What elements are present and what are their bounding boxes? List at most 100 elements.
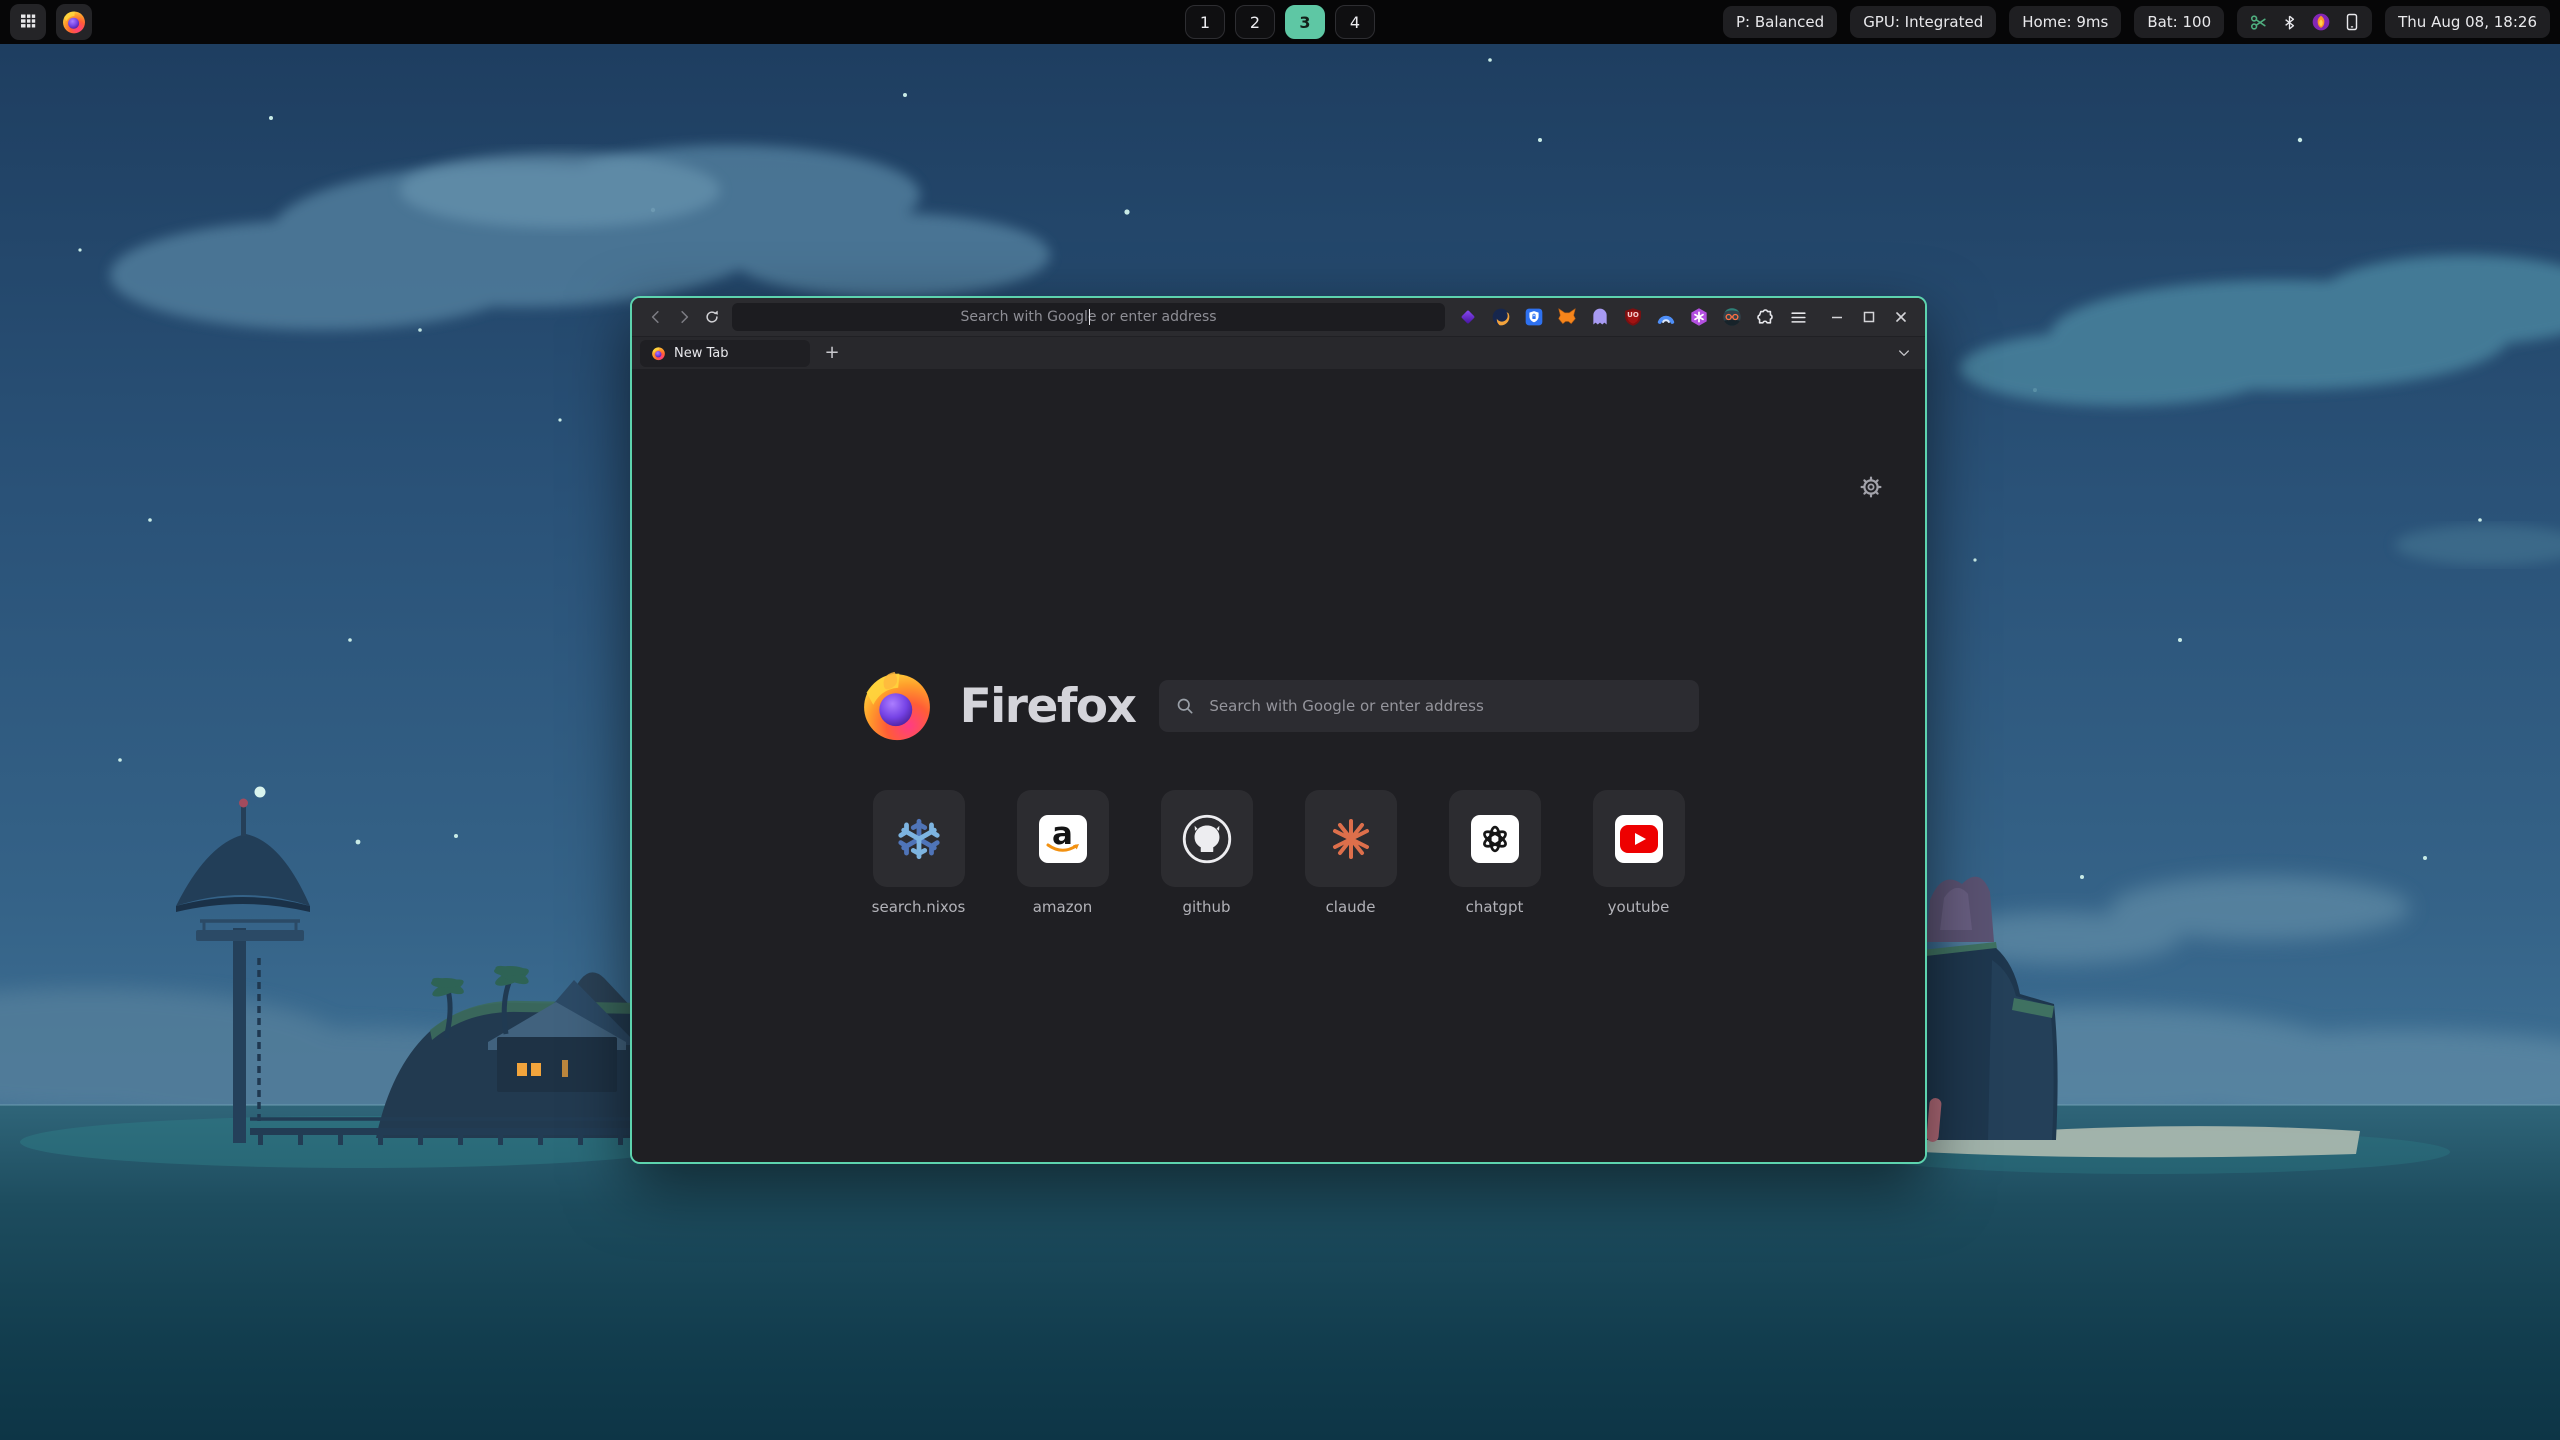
tile-card [1449, 790, 1541, 887]
text-caret [1089, 309, 1091, 325]
firefox-launcher-button[interactable] [56, 4, 92, 40]
ublock-origin-extension-icon[interactable]: UO [1620, 304, 1646, 330]
github-octocat-icon [1181, 813, 1233, 865]
launcher-group [10, 4, 92, 40]
shortcut-youtube[interactable]: youtube [1593, 790, 1685, 916]
openai-card [1471, 815, 1519, 863]
newtab-search-bar[interactable] [1159, 680, 1699, 732]
metamask-fox-extension-icon[interactable] [1554, 304, 1580, 330]
minimize-button[interactable] [1823, 304, 1851, 330]
app-grid-icon [18, 12, 38, 32]
shortcut-search-nixos[interactable]: search.nixos [873, 790, 965, 916]
system-tray [2237, 6, 2372, 38]
chevron-down-icon [1896, 345, 1912, 361]
url-bar[interactable] [732, 303, 1445, 331]
tab-strip: New Tab + [632, 336, 1925, 369]
tab-favicon-firefox [651, 346, 666, 361]
tile-card [1593, 790, 1685, 887]
shortcut-chatgpt[interactable]: chatgpt [1449, 790, 1541, 916]
forward-button[interactable] [670, 303, 698, 331]
firefox-logo [858, 667, 936, 745]
newtab-search-input[interactable] [1207, 696, 1683, 716]
youtube-card [1615, 815, 1663, 863]
bluetooth-icon[interactable] [2281, 14, 2298, 31]
ping-chip[interactable]: Home: 9ms [2009, 6, 2121, 38]
nixos-snowflake-icon [894, 814, 944, 864]
workspace-button-1[interactable]: 1 [1185, 5, 1225, 39]
tile-label: claude [1326, 898, 1376, 916]
tile-card: a [1017, 790, 1109, 887]
workspace-button-3-active[interactable]: 3 [1285, 5, 1325, 39]
tile-label: amazon [1033, 898, 1093, 916]
firefox-wordmark: Firefox [960, 679, 1136, 734]
gpu-label: GPU: Integrated [1863, 13, 1983, 31]
minimize-icon [1829, 309, 1845, 325]
shortcut-claude[interactable]: claude [1305, 790, 1397, 916]
top-status-bar: 1 2 3 4 P: Balanced GPU: Integrated Home… [0, 0, 2560, 44]
shortcut-amazon[interactable]: a amazon [1017, 790, 1109, 916]
gear-icon [1859, 475, 1883, 499]
reload-button[interactable] [698, 303, 726, 331]
clock-label: Thu Aug 08, 18:26 [2398, 13, 2537, 31]
status-chip-group: P: Balanced GPU: Integrated Home: 9ms Ba… [1723, 6, 2550, 38]
extensions-puzzle-icon[interactable] [1752, 304, 1778, 330]
desktop: 1 2 3 4 P: Balanced GPU: Integrated Home… [0, 0, 2560, 1440]
back-button[interactable] [642, 303, 670, 331]
tile-card [873, 790, 965, 887]
power-profile-chip[interactable]: P: Balanced [1723, 6, 1837, 38]
purple-hexagon-extension-icon[interactable] [1686, 304, 1712, 330]
battery-chip[interactable]: Bat: 100 [2134, 6, 2224, 38]
shortcut-tiles: search.nixos a amazon [632, 790, 1925, 916]
purple-diamond-extension-icon[interactable] [1455, 304, 1481, 330]
extension-toolbar: UO [1455, 304, 1811, 330]
hamburger-icon [1789, 308, 1808, 327]
firefox-icon [61, 9, 87, 35]
claude-asterisk-icon [1327, 815, 1375, 863]
tab-label: New Tab [674, 346, 729, 361]
new-tab-button[interactable]: + [819, 340, 845, 366]
battery-label: Bat: 100 [2147, 13, 2211, 31]
workspace-button-4[interactable]: 4 [1335, 5, 1375, 39]
ping-label: Home: 9ms [2022, 13, 2108, 31]
firefox-flame-icon[interactable] [2311, 12, 2331, 32]
workspace-switcher: 1 2 3 4 [1185, 5, 1375, 39]
browser-toolbar: UO [632, 298, 1925, 336]
power-profile-label: P: Balanced [1736, 13, 1824, 31]
orange-moon-extension-icon[interactable] [1488, 304, 1514, 330]
forward-icon [675, 308, 693, 326]
new-tab-page: Firefox [632, 369, 1925, 1162]
tile-label: chatgpt [1466, 898, 1524, 916]
workspace-button-2[interactable]: 2 [1235, 5, 1275, 39]
tile-card [1305, 790, 1397, 887]
phone-icon[interactable] [2344, 13, 2360, 31]
close-button[interactable] [1887, 304, 1915, 330]
personalize-settings-button[interactable] [1859, 475, 1883, 499]
scissors-icon[interactable] [2249, 13, 2268, 32]
search-icon [1175, 696, 1195, 716]
reload-icon [703, 308, 721, 326]
workspace-label: 4 [1350, 13, 1360, 32]
plus-glyph: + [824, 344, 839, 362]
shortcut-github[interactable]: github [1161, 790, 1253, 916]
list-all-tabs-button[interactable] [1891, 340, 1917, 366]
workspace-label: 3 [1299, 13, 1310, 32]
ghostery-ghost-extension-icon[interactable] [1587, 304, 1613, 330]
newtab-hero: Firefox [632, 667, 1925, 745]
blue-shield-lock-extension-icon[interactable] [1521, 304, 1547, 330]
workspace-label: 2 [1250, 13, 1260, 32]
back-icon [647, 308, 665, 326]
blue-arc-extension-icon[interactable] [1653, 304, 1679, 330]
amazon-smile-arrow [1046, 842, 1080, 856]
tab-new-tab[interactable]: New Tab [640, 340, 810, 367]
amazon-icon: a [1039, 815, 1087, 863]
app-launcher-button[interactable] [10, 4, 46, 40]
clock-chip[interactable]: Thu Aug 08, 18:26 [2385, 6, 2550, 38]
spy-face-extension-icon[interactable] [1719, 304, 1745, 330]
gpu-chip[interactable]: GPU: Integrated [1850, 6, 1996, 38]
tile-card [1161, 790, 1253, 887]
window-controls [1823, 304, 1915, 330]
tile-label: github [1182, 898, 1230, 916]
maximize-button[interactable] [1855, 304, 1883, 330]
menu-button[interactable] [1785, 304, 1811, 330]
tile-label: search.nixos [872, 898, 966, 916]
